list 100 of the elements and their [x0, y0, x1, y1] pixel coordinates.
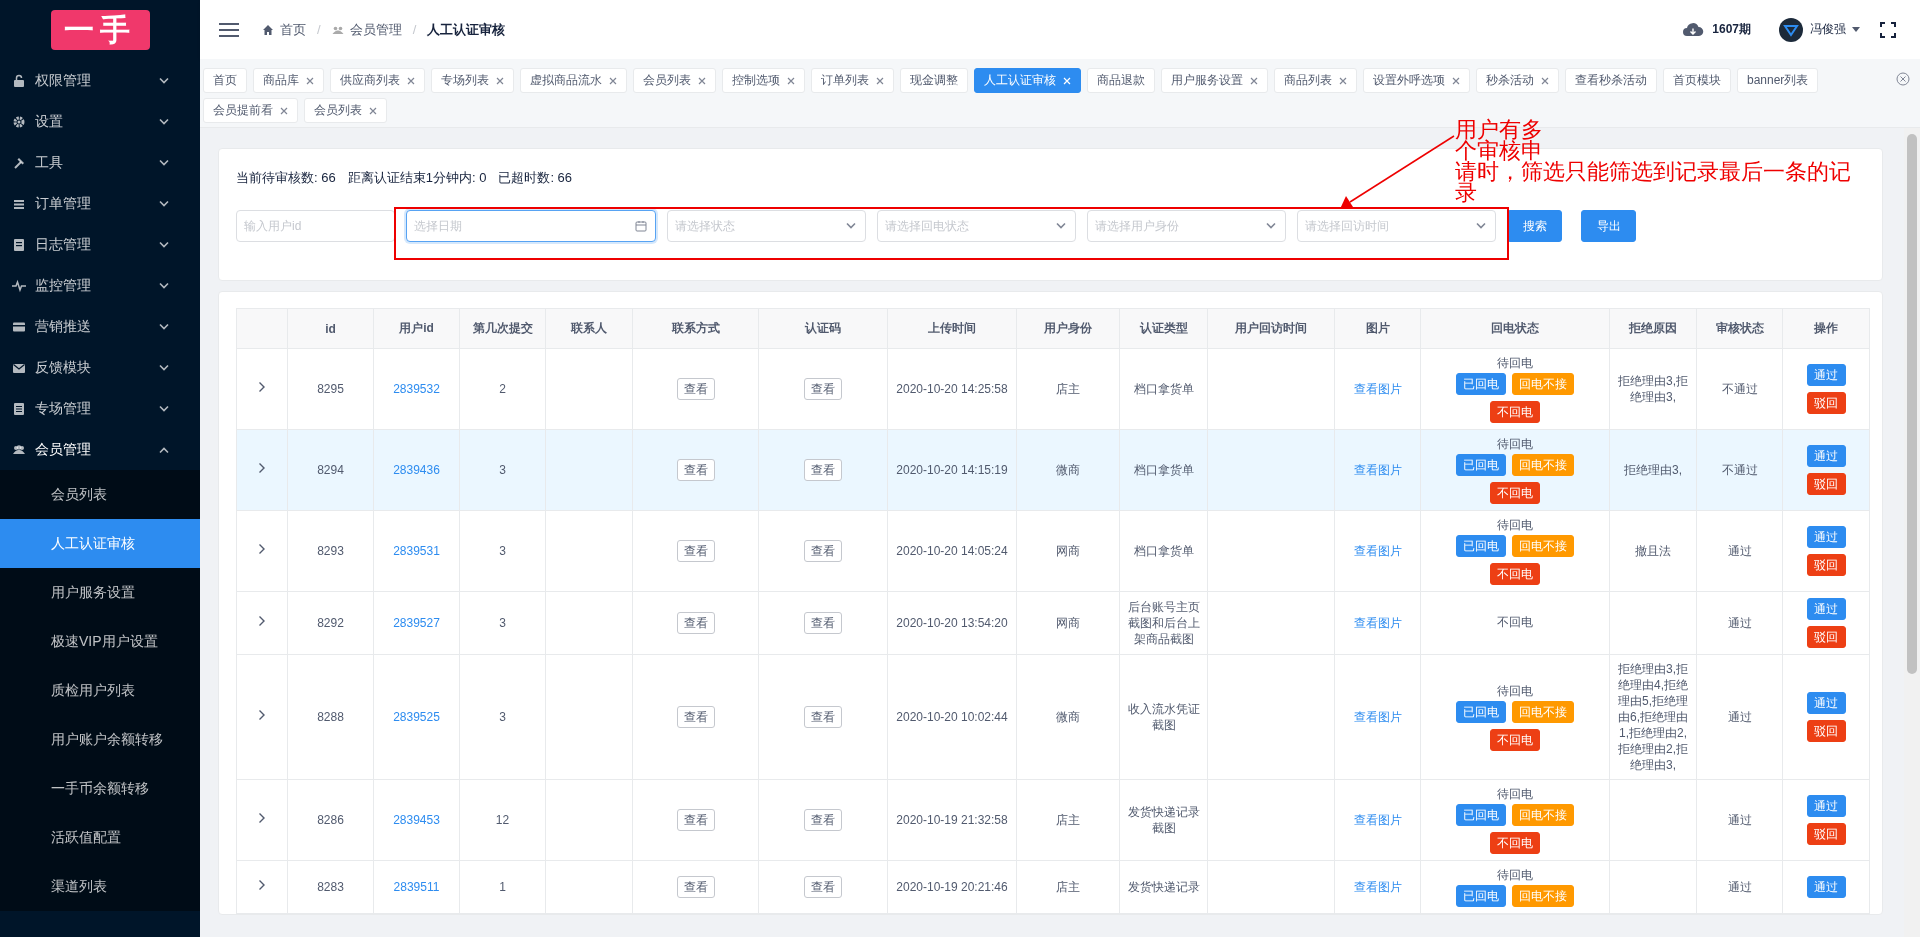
- close-all-icon[interactable]: [1896, 72, 1910, 86]
- callback-button[interactable]: 不回电: [1490, 401, 1540, 423]
- view-button[interactable]: 查看: [676, 876, 715, 898]
- view-button[interactable]: 查看: [676, 809, 715, 831]
- menu-item[interactable]: 一手币余额转移: [0, 764, 200, 813]
- callback-button[interactable]: 不回电: [1490, 832, 1540, 854]
- view-button[interactable]: 查看: [676, 612, 715, 634]
- tab[interactable]: 虚拟商品流水: [520, 68, 627, 93]
- menu-item[interactable]: 活跃值配置: [0, 813, 200, 862]
- user-id-link[interactable]: 2839531: [393, 544, 440, 558]
- close-icon[interactable]: [1541, 76, 1549, 85]
- tab[interactable]: 商品退款: [1087, 68, 1155, 93]
- menu-item[interactable]: 用户服务设置: [0, 568, 200, 617]
- chevron-right-icon[interactable]: [258, 462, 266, 474]
- tab[interactable]: banner列表: [1737, 68, 1819, 93]
- menu-item[interactable]: 会员管理: [0, 429, 200, 470]
- user-id-link[interactable]: 2839525: [393, 710, 440, 724]
- table-row[interactable]: 8283 2839511 1 查看 查看 2020-10-19 20:21:46 店主 发货快递记录 查看图片 待回电 已回电 回电不接 通过 通过: [236, 860, 1870, 914]
- view-button[interactable]: 查看: [804, 809, 842, 831]
- view-button[interactable]: 查看: [804, 706, 842, 728]
- view-button[interactable]: 查看: [676, 378, 715, 400]
- breadcrumb-item[interactable]: 会员管理: [349, 20, 402, 39]
- table-row[interactable]: 8288 2839525 3 查看 查看 2020-10-20 10:02:44 微商 收入流水凭证截图 查看图片 待回电 已回电 回电不接 不回电 拒绝理由3,拒绝理由4,拒绝理由5,拒绝理由6,拒绝理由1,拒绝理由2,拒绝理由2,拒绝理由3, 通过 通过 驳回: [236, 654, 1870, 780]
- user-id-link[interactable]: 2839527: [393, 616, 440, 630]
- menu-item[interactable]: 监控管理: [0, 265, 200, 306]
- user-id-link[interactable]: 2839453: [393, 813, 440, 827]
- menu-item[interactable]: 专场管理: [0, 388, 200, 429]
- view-picture-link[interactable]: 查看图片: [1353, 616, 1402, 630]
- menu-item[interactable]: 营销推送: [0, 306, 200, 347]
- breadcrumb-item[interactable]: 首页: [280, 20, 306, 39]
- reject-button[interactable]: 驳回: [1806, 473, 1846, 495]
- view-picture-link[interactable]: 查看图片: [1353, 382, 1402, 396]
- reject-button[interactable]: 驳回: [1806, 626, 1846, 648]
- tab[interactable]: 用户服务设置: [1161, 68, 1268, 93]
- close-icon[interactable]: [407, 76, 415, 85]
- view-picture-link[interactable]: 查看图片: [1353, 710, 1402, 724]
- reject-button[interactable]: 驳回: [1806, 823, 1846, 845]
- menu-item[interactable]: 订单管理: [0, 183, 200, 224]
- reject-button[interactable]: 驳回: [1806, 554, 1846, 576]
- view-picture-link[interactable]: 查看图片: [1353, 880, 1402, 894]
- table-row[interactable]: 8295 2839532 2 查看 查看 2020-10-20 14:25:58 店主 档口拿货单 查看图片 待回电 已回电 回电不接 不回电 拒绝理由3,拒绝理由3, 不通过 通过 驳回: [236, 348, 1870, 430]
- menu-item[interactable]: 设置: [0, 101, 200, 142]
- avatar[interactable]: [1779, 17, 1803, 42]
- close-icon[interactable]: [876, 76, 884, 85]
- close-icon[interactable]: [280, 106, 288, 115]
- tab[interactable]: 控制选项: [722, 68, 805, 93]
- menu-item[interactable]: 用户账户余额转移: [0, 715, 200, 764]
- table-row[interactable]: 8294 2839436 3 查看 查看 2020-10-20 14:15:19 微商 档口拿货单 查看图片 待回电 已回电 回电不接 不回电 拒绝理由3, 不通过 通过 驳回: [236, 429, 1870, 511]
- close-icon[interactable]: [306, 76, 314, 85]
- chevron-right-icon[interactable]: [258, 812, 266, 824]
- scrollbar[interactable]: [1904, 128, 1920, 937]
- tab[interactable]: 会员列表: [304, 98, 387, 123]
- view-button[interactable]: 查看: [676, 540, 715, 562]
- table-row[interactable]: 8292 2839527 3 查看 查看 2020-10-20 13:54:20 网商 后台账号主页截图和后台上架商品截图 查看图片 不回电 通过 通过 驳回: [236, 591, 1870, 655]
- tab[interactable]: 订单列表: [811, 68, 894, 93]
- view-button[interactable]: 查看: [804, 612, 842, 634]
- chevron-right-icon[interactable]: [258, 709, 266, 721]
- close-icon[interactable]: [698, 76, 706, 85]
- user-name[interactable]: 冯俊强: [1810, 21, 1846, 38]
- tab[interactable]: 设置外呼选项: [1363, 68, 1470, 93]
- chevron-right-icon[interactable]: [258, 879, 266, 891]
- view-button[interactable]: 查看: [804, 540, 842, 562]
- tab[interactable]: 首页: [203, 68, 247, 93]
- callback-button[interactable]: 不回电: [1490, 482, 1540, 504]
- tab[interactable]: 首页模块: [1663, 68, 1731, 93]
- tab[interactable]: 查看秒杀活动: [1565, 68, 1657, 93]
- view-button[interactable]: 查看: [804, 378, 842, 400]
- menu-item[interactable]: 极速VIP用户设置: [0, 617, 200, 666]
- tab[interactable]: 专场列表: [431, 68, 514, 93]
- menu-item[interactable]: 工具: [0, 142, 200, 183]
- tab[interactable]: 会员列表: [633, 68, 716, 93]
- view-picture-link[interactable]: 查看图片: [1353, 813, 1402, 827]
- view-button[interactable]: 查看: [676, 459, 715, 481]
- menu-item[interactable]: 权限管理: [0, 60, 200, 101]
- reject-button[interactable]: 驳回: [1806, 720, 1846, 742]
- view-button[interactable]: 查看: [676, 706, 715, 728]
- menu-item[interactable]: 质检用户列表: [0, 666, 200, 715]
- close-icon[interactable]: [1250, 76, 1258, 85]
- chevron-right-icon[interactable]: [258, 543, 266, 555]
- view-button[interactable]: 查看: [804, 876, 842, 898]
- tab[interactable]: 现金调整: [900, 68, 968, 93]
- chevron-right-icon[interactable]: [258, 615, 266, 627]
- callback-button[interactable]: 不回电: [1490, 729, 1540, 751]
- menu-item[interactable]: 渠道列表: [0, 862, 200, 911]
- tab[interactable]: 供应商列表: [330, 68, 425, 93]
- chevron-right-icon[interactable]: [258, 381, 266, 393]
- user-id-link[interactable]: 2839511: [393, 880, 440, 894]
- tab[interactable]: 秒杀活动: [1476, 68, 1559, 93]
- menu-item[interactable]: 会员列表: [0, 470, 200, 519]
- tab[interactable]: 会员提前看: [203, 98, 298, 123]
- close-icon[interactable]: [787, 76, 795, 85]
- view-button[interactable]: 查看: [804, 459, 842, 481]
- table-row[interactable]: 8286 2839453 12 查看 查看 2020-10-19 21:32:58 店主 发货快递记录截图 查看图片 待回电 已回电 回电不接 不回电 通过 通过 驳回: [236, 779, 1870, 861]
- menu-item[interactable]: 日志管理: [0, 224, 200, 265]
- close-icon[interactable]: [369, 106, 377, 115]
- cloud-download-icon[interactable]: [1682, 21, 1705, 38]
- close-icon[interactable]: [609, 76, 617, 85]
- tab[interactable]: 商品列表: [1274, 68, 1357, 93]
- reject-button[interactable]: 驳回: [1806, 392, 1846, 414]
- tab[interactable]: 商品库: [253, 68, 324, 93]
